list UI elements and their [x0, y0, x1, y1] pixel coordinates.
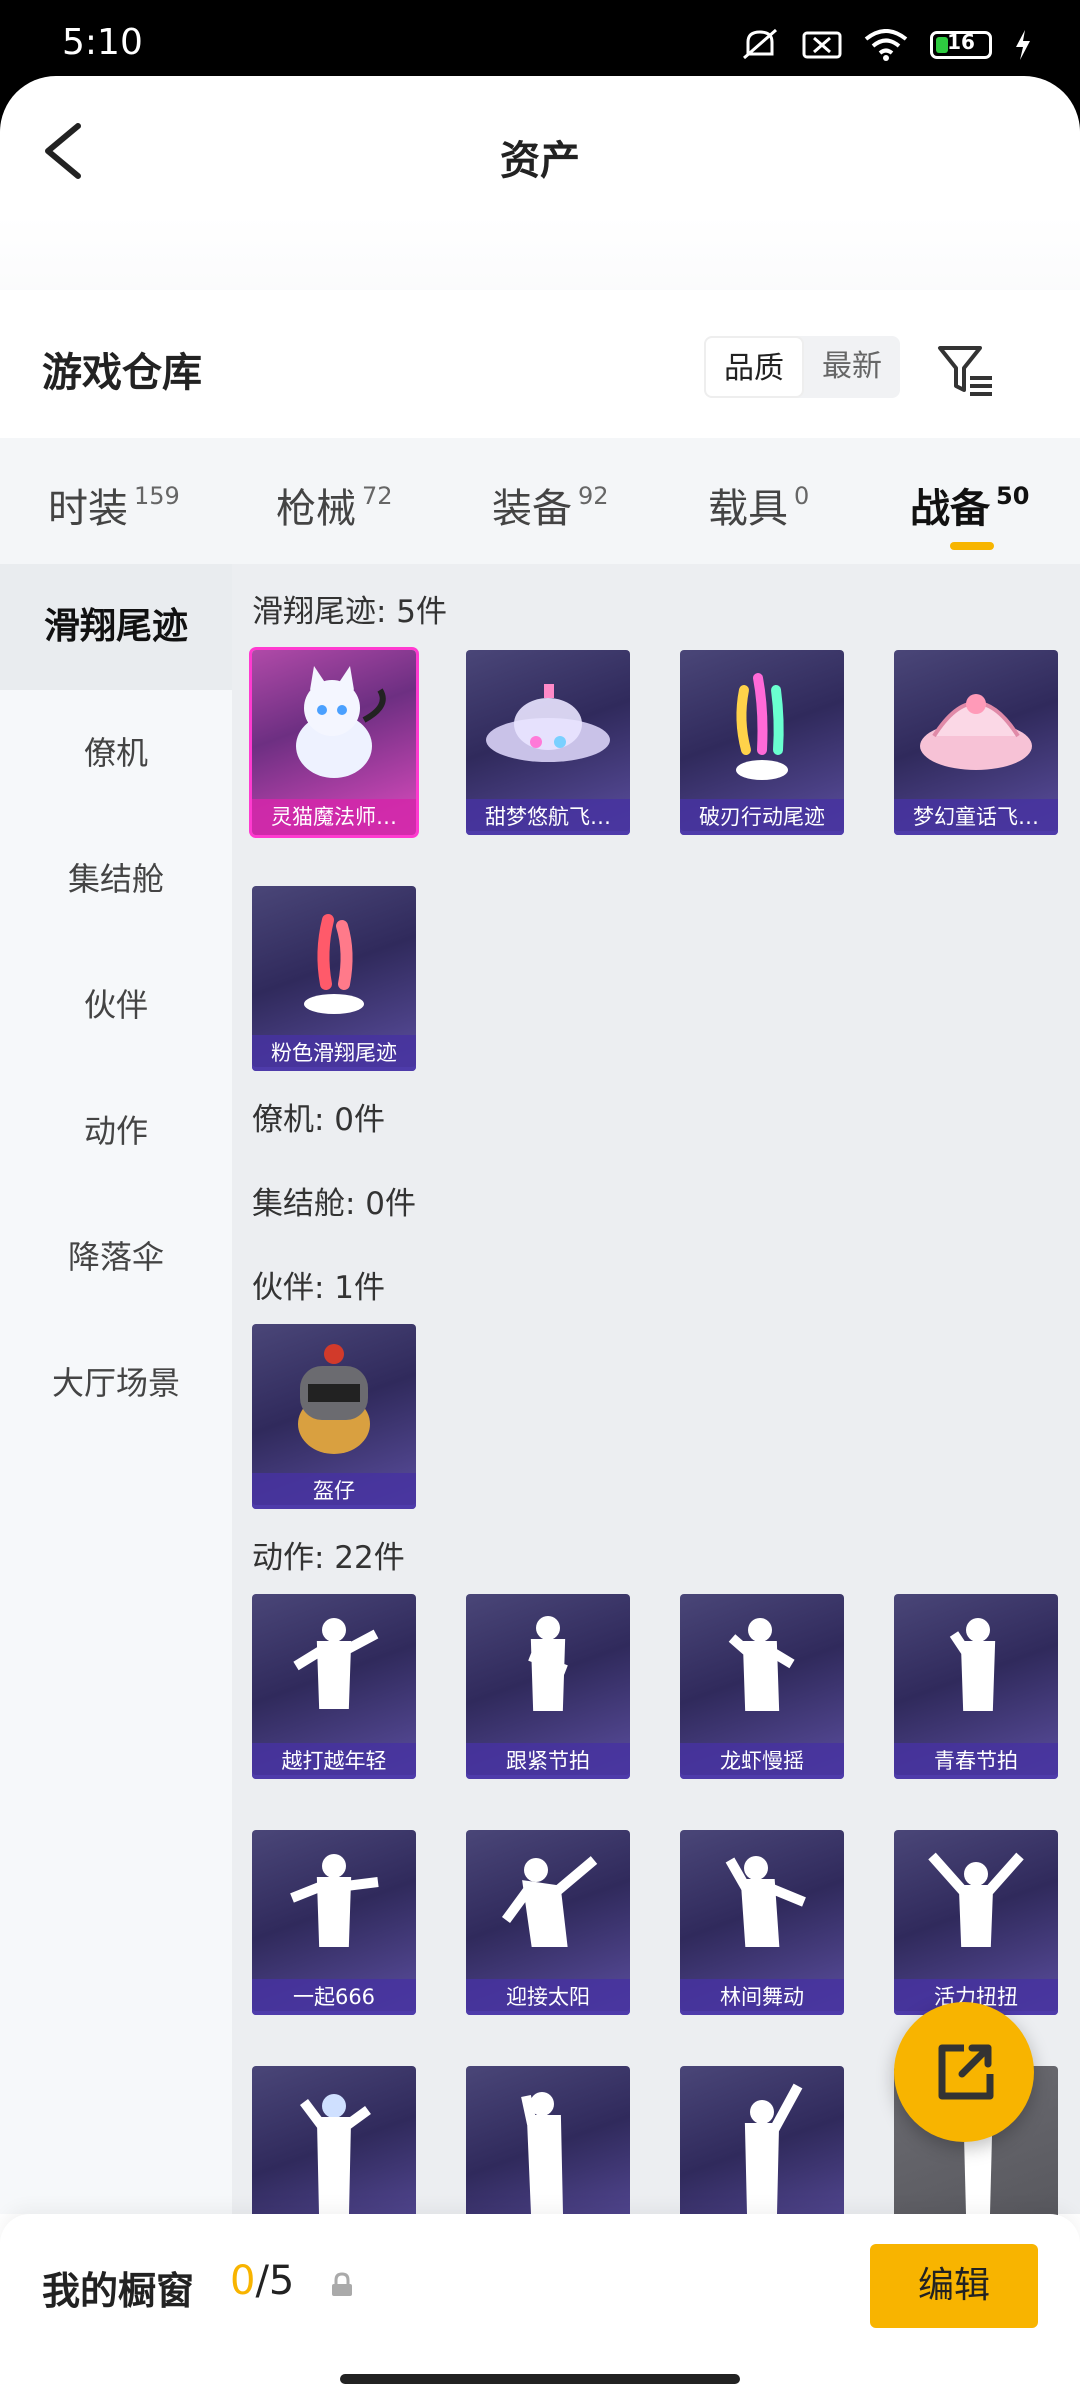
item-label: 一起666	[252, 1979, 416, 2015]
item-label: 甜梦悠航飞…	[466, 799, 630, 835]
sidebar-item-capsule[interactable]: 集结舱	[0, 816, 232, 942]
category-tabs: 时装 159 枪械 72 装备 92 载具 0 战备 50	[0, 438, 1080, 564]
dancer-silhouette-image	[949, 1618, 996, 1711]
nav-bar: 资产	[0, 76, 1080, 216]
item-card[interactable]: 一起666	[252, 1830, 416, 2015]
page-title: 资产	[500, 138, 580, 184]
item-card[interactable]: 梦幻童话飞…	[894, 650, 1058, 835]
wifi-icon	[864, 29, 908, 61]
item-card[interactable]: 迎接太阳	[466, 1830, 630, 2015]
external-link-icon	[938, 2044, 994, 2100]
warehouse-header: 游戏仓库 品质 最新	[0, 290, 1080, 438]
dancer-silhouette-image	[928, 1852, 1024, 1947]
dancer-silhouette-image	[725, 1856, 806, 1947]
item-label: 林间舞动	[680, 1979, 844, 2015]
item-grid: 滑翔尾迹: 5件 灵猫魔法师… 甜梦悠航飞… 破刃行动尾迹 梦幻童话飞… 粉色滑…	[232, 564, 1080, 2251]
item-label: 灵猫魔法师…	[252, 799, 416, 835]
charging-icon	[1016, 30, 1030, 60]
status-bar: 5:10 16	[0, 0, 1080, 80]
silent-icon	[743, 28, 777, 60]
dancer-silhouette-image	[521, 2092, 564, 2214]
lock-icon	[332, 2272, 352, 2296]
section-title-wingman: 僚机: 0件	[252, 1102, 386, 1138]
sidebar-item-action[interactable]: 动作	[0, 1068, 232, 1194]
item-label: 越打越年轻	[252, 1743, 416, 1779]
item-label: 梦幻童话飞…	[894, 799, 1058, 835]
battery-icon: 16	[930, 30, 992, 59]
trail-figure-image	[736, 673, 788, 780]
item-label: 龙虾慢摇	[680, 1743, 844, 1779]
item-label: 跟紧节拍	[466, 1743, 630, 1779]
item-card[interactable]: 破刃行动尾迹	[680, 650, 844, 835]
item-card[interactable]: 粉色滑翔尾迹	[252, 886, 416, 1071]
showcase-count: 0/5	[230, 2258, 295, 2304]
showcase-bar: 我的橱窗 0/5 编辑	[0, 2214, 1080, 2400]
sidebar: 滑翔尾迹 僚机 集结舱 伙伴 动作 降落伞 大厅场景	[0, 564, 232, 2214]
dancer-silhouette-image	[528, 1616, 568, 1711]
sort-quality-button[interactable]: 品质	[704, 336, 804, 398]
item-label: 青春节拍	[894, 1743, 1058, 1779]
sidebar-item-wingman[interactable]: 僚机	[0, 690, 232, 816]
helmet-chick-image	[298, 1344, 370, 1454]
sidebar-item-lobby-scene[interactable]: 大厅场景	[0, 1320, 232, 1446]
status-icons: 16	[740, 28, 1032, 62]
fairy-bed-image	[920, 694, 1032, 770]
showcase-title: 我的橱窗	[42, 2269, 195, 2313]
section-title-partner: 伙伴: 1件	[252, 1270, 386, 1306]
item-card[interactable]: 跟紧节拍	[466, 1594, 630, 1779]
item-card[interactable]: 龙虾慢摇	[680, 1594, 844, 1779]
filter-icon[interactable]	[936, 342, 996, 398]
section-title-glide: 滑翔尾迹: 5件	[252, 594, 448, 630]
dancer-silhouette-image	[300, 2094, 371, 2214]
dancer-silhouette-image	[744, 2083, 803, 2214]
item-label: 盔仔	[252, 1473, 416, 1509]
item-card[interactable]: 越打越年轻	[252, 1594, 416, 1779]
status-time: 5:10	[62, 22, 143, 63]
item-label: 粉色滑翔尾迹	[252, 1035, 416, 1071]
home-indicator[interactable]	[340, 2374, 740, 2384]
cat-mage-image	[296, 666, 386, 778]
item-card[interactable]: 甜梦悠航飞…	[466, 650, 630, 835]
sort-newest-button[interactable]: 最新	[804, 336, 900, 398]
share-button[interactable]	[894, 2002, 1034, 2142]
tab-active-indicator	[950, 542, 994, 550]
pink-trail-image	[304, 914, 364, 1014]
dancer-silhouette-image	[501, 1856, 598, 1947]
battery-level: 16	[947, 30, 975, 54]
item-card[interactable]: 盔仔	[252, 1324, 416, 1509]
item-card[interactable]: 林间舞动	[680, 1830, 844, 2015]
item-label: 破刃行动尾迹	[680, 799, 844, 835]
dancer-silhouette-image	[293, 1618, 379, 1709]
section-title-capsule: 集结舱: 0件	[252, 1186, 417, 1222]
tab-supplies[interactable]: 战备 50	[910, 476, 1029, 550]
sidebar-item-glide-trail[interactable]: 滑翔尾迹	[0, 564, 232, 690]
dancer-silhouette-image	[728, 1618, 795, 1711]
sidebar-item-partner[interactable]: 伙伴	[0, 942, 232, 1068]
no-sim-icon	[802, 31, 842, 59]
edit-button[interactable]: 编辑	[870, 2244, 1038, 2328]
item-card[interactable]: 青春节拍	[894, 1594, 1058, 1779]
sidebar-item-parachute[interactable]: 降落伞	[0, 1194, 232, 1320]
tab-firearms[interactable]: 枪械 72	[276, 476, 393, 534]
tab-vehicles[interactable]: 载具 0	[708, 476, 809, 534]
sort-toggle: 品质 最新	[704, 336, 900, 398]
tab-equipment[interactable]: 装备 92	[492, 476, 609, 534]
section-title-action: 动作: 22件	[252, 1540, 405, 1576]
item-card[interactable]: 活力扭扭	[894, 1830, 1058, 2015]
ufo-image	[486, 684, 610, 762]
warehouse-title: 游戏仓库	[42, 350, 202, 396]
dancer-silhouette-image	[290, 1854, 379, 1947]
item-card[interactable]: 灵猫魔法师…	[252, 650, 416, 835]
item-label: 迎接太阳	[466, 1979, 630, 2015]
tab-fashion[interactable]: 时装 159	[48, 476, 180, 534]
